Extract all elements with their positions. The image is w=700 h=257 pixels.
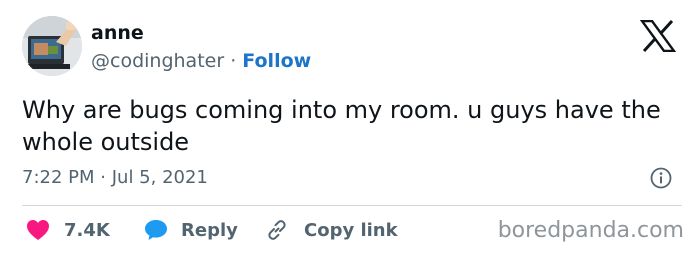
divider	[22, 205, 682, 206]
info-icon[interactable]	[650, 167, 672, 189]
author-name[interactable]: anne	[91, 22, 144, 44]
reply-label: Reply	[181, 219, 238, 241]
avatar-photo	[22, 16, 82, 76]
reply-button[interactable]: Reply	[144, 219, 238, 241]
link-icon	[268, 220, 286, 240]
like-button[interactable]: 7.4K	[26, 219, 110, 241]
tweet-date: Jul 5, 2021	[111, 167, 208, 188]
copy-link-label: Copy link	[304, 219, 398, 241]
tweet-timestamp[interactable]: 7:22 PM · Jul 5, 2021	[22, 167, 208, 188]
author-handle-line: @codinghater · Follow	[91, 50, 311, 72]
tweet-time: 7:22 PM	[22, 167, 95, 188]
copy-link-button[interactable]: Copy link	[265, 219, 398, 241]
tweet-text: Why are bugs coming into my room. u guys…	[22, 96, 661, 156]
heart-icon	[27, 220, 49, 240]
timestamp-separator: ·	[100, 167, 106, 188]
x-logo-icon[interactable]	[640, 20, 676, 52]
speech-bubble-icon	[145, 220, 167, 240]
watermark: boredpanda.com	[497, 218, 684, 243]
follow-button[interactable]: Follow	[242, 50, 311, 72]
avatar[interactable]	[22, 16, 82, 76]
handle-separator: ·	[230, 50, 237, 72]
author-handle[interactable]: @codinghater	[91, 50, 224, 72]
like-count: 7.4K	[64, 219, 110, 241]
